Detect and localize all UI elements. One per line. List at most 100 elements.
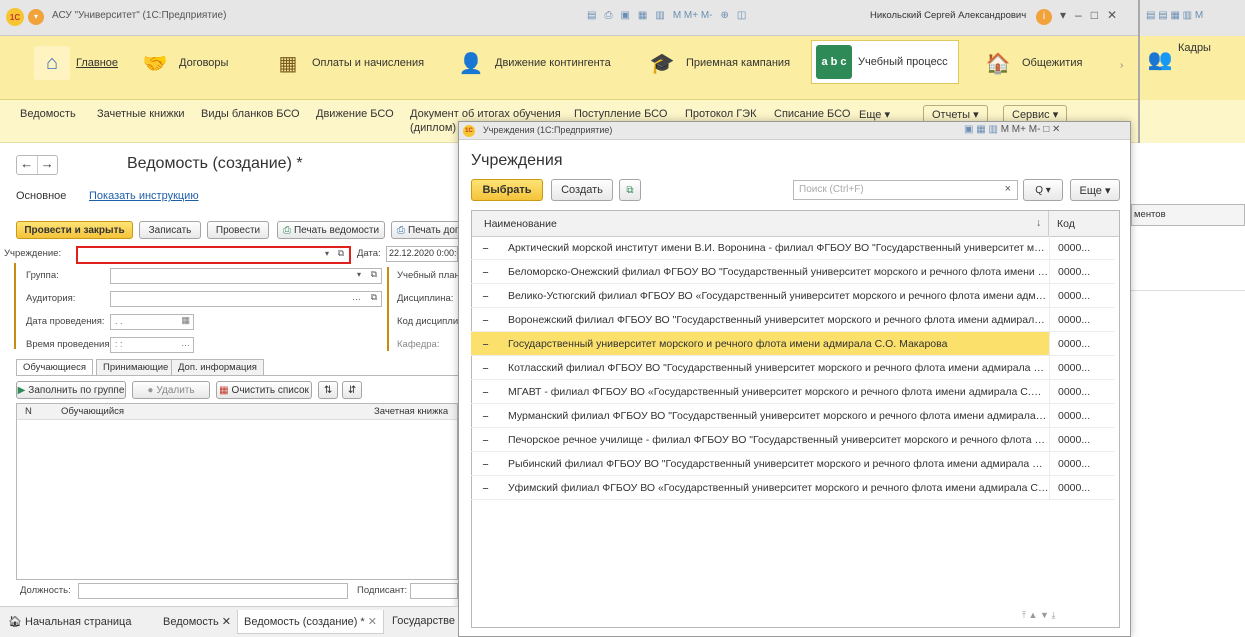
nav-form-writeoff[interactable]: Списание БСО bbox=[774, 108, 850, 120]
table-row[interactable]: – Уфимский филиал ФГБОУ ВО «Государственн… bbox=[471, 476, 1114, 500]
section-staff[interactable]: 👥 Кадры bbox=[1148, 42, 1211, 76]
fill-by-group-button[interactable]: ▶ Заполнить по группе bbox=[16, 381, 126, 399]
audience-field[interactable]: … ⧉ bbox=[110, 291, 382, 307]
date-held-field[interactable]: . . ▦ bbox=[110, 314, 194, 330]
save-icon[interactable]: ▤ ▤ ▦ ▥ M bbox=[1146, 10, 1203, 21]
menu-dropdown-icon[interactable]: ▾ bbox=[28, 9, 44, 25]
section-main[interactable]: ⌂ Главное bbox=[34, 46, 118, 80]
tab-state[interactable]: Государстве bbox=[392, 615, 455, 627]
table-row[interactable]: – Беломорско-Онежский филиал ФГБОУ ВО "Го… bbox=[471, 260, 1114, 284]
col-n[interactable]: N bbox=[25, 406, 32, 417]
table-row[interactable]: – Воронежский филиал ФГБОУ ВО "Государств… bbox=[471, 308, 1114, 332]
table-row[interactable]: – Мурманский филиал ФГБОУ ВО "Государстве… bbox=[471, 404, 1114, 428]
search-button[interactable]: Q ▾ bbox=[1023, 179, 1063, 201]
open-icon[interactable]: ⧉ bbox=[371, 269, 377, 280]
post-button[interactable]: Провести bbox=[207, 221, 269, 239]
back-icon[interactable]: ← bbox=[17, 156, 38, 174]
open-icon[interactable]: ⧉ bbox=[338, 248, 344, 259]
memory-icon[interactable]: M M+ M- bbox=[1001, 124, 1041, 135]
more-icon[interactable]: … bbox=[181, 338, 190, 348]
close-icon[interactable]: ✕ bbox=[368, 616, 377, 628]
tab-students[interactable]: Обучающиеся bbox=[16, 359, 94, 375]
close-icon[interactable]: ✕ bbox=[1052, 124, 1060, 135]
arrow-down-icon[interactable]: ▾ bbox=[1060, 8, 1066, 22]
scroll-top-icon[interactable]: ⤒ bbox=[1022, 610, 1026, 620]
scroll-up-icon[interactable]: ▲ bbox=[1029, 610, 1038, 620]
close-icon[interactable]: ✕ bbox=[1107, 8, 1117, 22]
time-held-field[interactable]: : :… bbox=[110, 337, 194, 353]
more-icon[interactable]: … bbox=[352, 292, 361, 302]
window-icon[interactable]: ◫ bbox=[737, 10, 746, 21]
nav-form-types[interactable]: Виды бланков БСО bbox=[201, 108, 300, 120]
close-icon[interactable]: ✕ bbox=[222, 616, 231, 628]
nav-gek-protocol[interactable]: Протокол ГЭК bbox=[685, 108, 757, 120]
nav-more[interactable]: Еще ▾ bbox=[859, 108, 890, 121]
save-icon[interactable]: ▤ bbox=[587, 10, 596, 21]
search-clear-icon[interactable]: × bbox=[1005, 183, 1011, 195]
nav-statement[interactable]: Ведомость bbox=[20, 108, 76, 120]
app-logo-icon[interactable]: 1С bbox=[6, 8, 24, 26]
calendar-icon[interactable]: ▦ bbox=[976, 124, 985, 135]
delete-button[interactable]: ● Удалить bbox=[132, 381, 210, 399]
tab-additional-info[interactable]: Доп. информация bbox=[171, 359, 264, 375]
table-row[interactable]: – МГАВТ - филиал ФГБОУ ВО «Государственны… bbox=[471, 380, 1114, 404]
scroll-down-icon[interactable]: ▼ bbox=[1040, 610, 1049, 620]
maximize-icon[interactable]: □ bbox=[1091, 8, 1098, 22]
sort-down-icon[interactable]: ↓ bbox=[1036, 217, 1041, 229]
scroll-right-icon[interactable]: › bbox=[1120, 60, 1123, 71]
forward-icon[interactable]: → bbox=[38, 156, 58, 174]
table-row[interactable]: – Печорское речное училище - филиал ФГБОУ… bbox=[471, 428, 1114, 452]
col-code[interactable]: Код bbox=[1057, 218, 1075, 230]
calendar-icon[interactable]: ▦ bbox=[181, 315, 190, 326]
preview-icon[interactable]: ▣ bbox=[620, 10, 629, 21]
calendar-icon[interactable]: ▦ bbox=[638, 10, 647, 21]
table-row[interactable]: – Велико-Устюгский филиал ФГБОУ ВО «Госуд… bbox=[471, 284, 1114, 308]
tab-home[interactable]: 🏠︎ Начальная страница bbox=[8, 615, 131, 628]
info-icon[interactable]: i bbox=[1036, 9, 1052, 25]
dropdown-icon[interactable]: ▾ bbox=[325, 249, 329, 258]
section-payments[interactable]: ▦ Оплаты и начисления bbox=[270, 46, 425, 80]
nav-form-movement[interactable]: Движение БСО bbox=[316, 108, 394, 120]
open-icon[interactable]: ⧉ bbox=[371, 292, 377, 303]
section-dormitories[interactable]: 🏠 Общежития bbox=[980, 46, 1083, 80]
table-row[interactable]: – Арктический морской институт имени В.И.… bbox=[471, 236, 1114, 260]
clear-list-button[interactable]: ▦ Очистить список bbox=[216, 381, 312, 399]
position-field[interactable] bbox=[78, 583, 348, 599]
col-name[interactable]: Наименование bbox=[484, 218, 557, 230]
table-row[interactable]: – Котласский филиал ФГБОУ ВО "Государстве… bbox=[471, 356, 1114, 380]
section-contracts[interactable]: 🤝 Договоры bbox=[137, 46, 229, 80]
calculator-icon[interactable]: ▥ bbox=[988, 124, 997, 135]
table-row-selected[interactable]: – Государственный университет морского и … bbox=[471, 332, 1114, 356]
calculator-icon[interactable]: ▥ bbox=[655, 10, 664, 21]
create-button[interactable]: Создать bbox=[551, 179, 613, 201]
scroll-bottom-icon[interactable]: ⤓ bbox=[1051, 610, 1055, 620]
nav-education-document[interactable]: Документ об итогах обучения bbox=[410, 108, 561, 120]
dropdown-icon[interactable]: ▾ bbox=[357, 270, 361, 279]
copy-button[interactable]: ⧉ bbox=[619, 179, 641, 201]
group-field[interactable]: ▾ ⧉ bbox=[110, 268, 382, 284]
memory-icon[interactable]: M M+ M- bbox=[673, 10, 713, 21]
nav-record-books[interactable]: Зачетные книжки bbox=[97, 108, 185, 120]
section-study-process[interactable]: a b c Учебный процесс bbox=[811, 40, 959, 84]
maximize-icon[interactable]: □ bbox=[1043, 124, 1049, 135]
print-additional-button[interactable]: ⎙ Печать доп. bbox=[391, 221, 463, 239]
tab-statement-create[interactable]: Ведомость (создание) * ✕ bbox=[237, 610, 384, 634]
tab-receivers[interactable]: Принимающие bbox=[96, 359, 176, 375]
zoom-icon[interactable]: ⊕ bbox=[721, 10, 729, 21]
print-icon[interactable]: ⎙ bbox=[604, 10, 612, 21]
nav-education-document-2[interactable]: (диплом) bbox=[410, 122, 457, 134]
user-name[interactable]: Никольский Сергей Александрович bbox=[870, 10, 1026, 21]
preview-icon[interactable]: ▣ bbox=[964, 124, 973, 135]
sort-asc-button[interactable]: ⇅ bbox=[318, 381, 338, 399]
col-record-book[interactable]: Зачетная книжка bbox=[374, 406, 448, 417]
print-statement-button[interactable]: ⎙ Печать ведомости bbox=[277, 221, 385, 239]
tab-statement[interactable]: Ведомость ✕ bbox=[163, 615, 231, 628]
save-button[interactable]: Записать bbox=[139, 221, 201, 239]
more-button[interactable]: Еще ▾ bbox=[1070, 179, 1120, 201]
show-instruction-link[interactable]: Показать инструкцию bbox=[89, 190, 199, 202]
sort-desc-button[interactable]: ⇵ bbox=[342, 381, 362, 399]
search-input[interactable]: Поиск (Ctrl+F) × bbox=[793, 180, 1018, 200]
signer-field[interactable] bbox=[410, 583, 458, 599]
tab-main[interactable]: Основное bbox=[16, 190, 66, 202]
section-admission[interactable]: 🎓 Приемная кампания bbox=[644, 46, 791, 80]
